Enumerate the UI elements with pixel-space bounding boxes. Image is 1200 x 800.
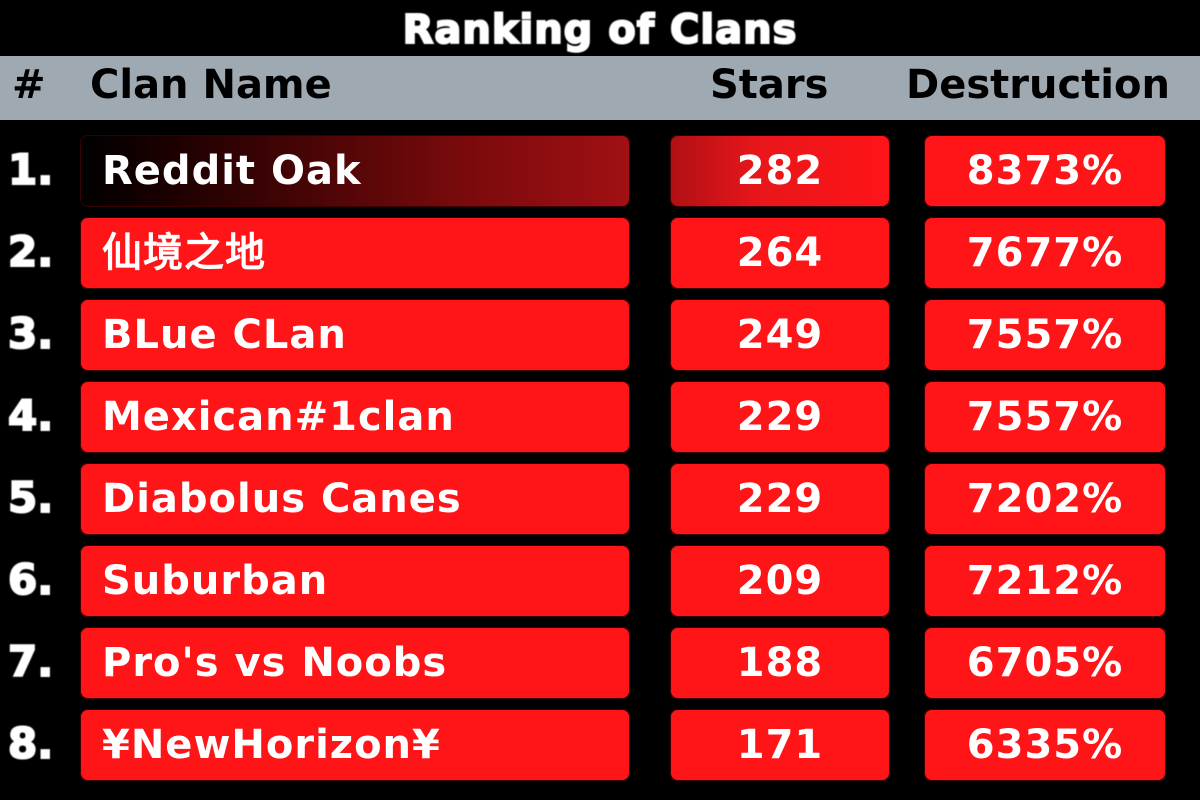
stars-cell: 188 xyxy=(670,627,890,699)
clan-name-cell: ¥NewHorizon¥ xyxy=(80,709,630,781)
stars-value: 229 xyxy=(736,476,824,522)
clan-name: Suburban xyxy=(102,558,329,604)
clan-name: BLue CLan xyxy=(102,312,347,358)
destruction-value: 6705% xyxy=(966,640,1124,686)
stars-cell: 264 xyxy=(670,217,890,289)
stars-cell: 282 xyxy=(670,135,890,207)
rank-number: 8. xyxy=(8,724,54,764)
clan-name-cell: Suburban xyxy=(80,545,630,617)
rank-number: 6. xyxy=(8,560,54,600)
clan-name: Pro's vs Noobs xyxy=(102,640,448,686)
rank-number: 2. xyxy=(8,232,54,272)
rank-number: 7. xyxy=(8,642,54,682)
table-row: 2. 仙境之地 264 7677% xyxy=(0,214,1200,292)
clan-name-cell: Pro's vs Noobs xyxy=(80,627,630,699)
rank-number: 3. xyxy=(8,314,54,354)
rank-number: 4. xyxy=(8,396,54,436)
destruction-cell: 7212% xyxy=(924,545,1166,617)
clan-name-cell: Diabolus Canes xyxy=(80,463,630,535)
page-title: Ranking of Clans xyxy=(402,6,798,54)
table-row: 6. Suburban 209 7212% xyxy=(0,542,1200,620)
header-clan-name: Clan Name xyxy=(90,62,332,108)
destruction-cell: 6335% xyxy=(924,709,1166,781)
stars-value: 209 xyxy=(736,558,824,604)
stars-cell: 171 xyxy=(670,709,890,781)
stars-value: 229 xyxy=(736,394,824,440)
clan-name: Diabolus Canes xyxy=(102,476,462,522)
table-row: 3. BLue CLan 249 7557% xyxy=(0,296,1200,374)
stars-value: 188 xyxy=(736,640,824,686)
destruction-cell: 7557% xyxy=(924,381,1166,453)
stars-cell: 229 xyxy=(670,381,890,453)
destruction-value: 8373% xyxy=(966,148,1124,194)
stars-cell: 229 xyxy=(670,463,890,535)
table-row: 7. Pro's vs Noobs 188 6705% xyxy=(0,624,1200,702)
clan-name-cell: BLue CLan xyxy=(80,299,630,371)
clan-name-cell: Mexican#1clan xyxy=(80,381,630,453)
destruction-value: 7557% xyxy=(966,394,1124,440)
header-stars: Stars xyxy=(710,62,829,108)
destruction-cell: 7677% xyxy=(924,217,1166,289)
stars-value: 249 xyxy=(736,312,824,358)
stars-cell: 209 xyxy=(670,545,890,617)
clan-name: ¥NewHorizon¥ xyxy=(102,722,441,768)
destruction-cell: 7202% xyxy=(924,463,1166,535)
destruction-value: 7212% xyxy=(966,558,1124,604)
rank-number: 5. xyxy=(8,478,54,518)
stars-value: 171 xyxy=(736,722,824,768)
rank-number: 1. xyxy=(8,150,54,190)
table-row: 4. Mexican#1clan 229 7557% xyxy=(0,378,1200,456)
clan-name: Mexican#1clan xyxy=(102,394,455,440)
header-destruction: Destruction xyxy=(906,62,1170,108)
clan-name-cell: Reddit Oak xyxy=(80,135,630,207)
stars-value: 264 xyxy=(736,230,824,276)
destruction-value: 7677% xyxy=(966,230,1124,276)
clan-name: Reddit Oak xyxy=(102,148,362,194)
destruction-value: 7202% xyxy=(966,476,1124,522)
destruction-cell: 8373% xyxy=(924,135,1166,207)
destruction-value: 6335% xyxy=(966,722,1124,768)
table-row: 5. Diabolus Canes 229 7202% xyxy=(0,460,1200,538)
table-row: 1. Reddit Oak 282 8373% xyxy=(0,132,1200,210)
clan-name-cell: 仙境之地 xyxy=(80,217,630,289)
destruction-cell: 6705% xyxy=(924,627,1166,699)
table-header: # Clan Name Stars Destruction xyxy=(0,56,1200,120)
stars-cell: 249 xyxy=(670,299,890,371)
header-rank: # xyxy=(12,62,46,108)
table-row: 8. ¥NewHorizon¥ 171 6335% xyxy=(0,706,1200,784)
destruction-cell: 7557% xyxy=(924,299,1166,371)
destruction-value: 7557% xyxy=(966,312,1124,358)
stars-value: 282 xyxy=(736,148,824,194)
clan-name: 仙境之地 xyxy=(102,230,266,276)
